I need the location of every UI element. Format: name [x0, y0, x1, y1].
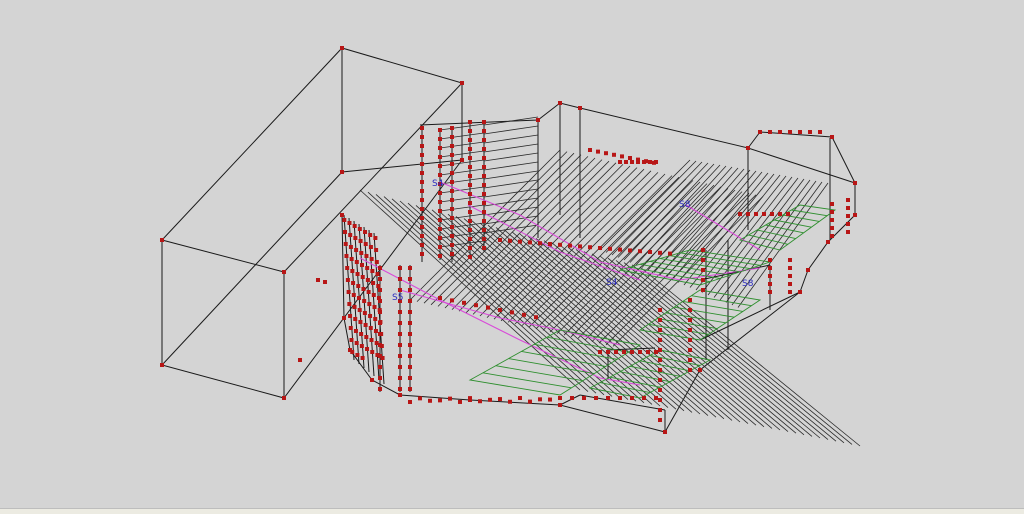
- sensor-label: S8: [679, 200, 691, 210]
- wireframe-scene[interactable]: S4 S5 S8 S4 S8: [0, 0, 1024, 508]
- sensor-label: S4: [432, 179, 444, 189]
- 3d-viewport[interactable]: S4 S5 S8 S4 S8: [0, 0, 1024, 508]
- vertex-markers: [160, 46, 857, 434]
- sensor-label: S5: [392, 293, 403, 303]
- sensor-label: S4: [606, 278, 618, 288]
- sensor-label: S8: [742, 279, 754, 289]
- status-strip: [0, 508, 1024, 514]
- left-block-wireframe: [161, 47, 463, 399]
